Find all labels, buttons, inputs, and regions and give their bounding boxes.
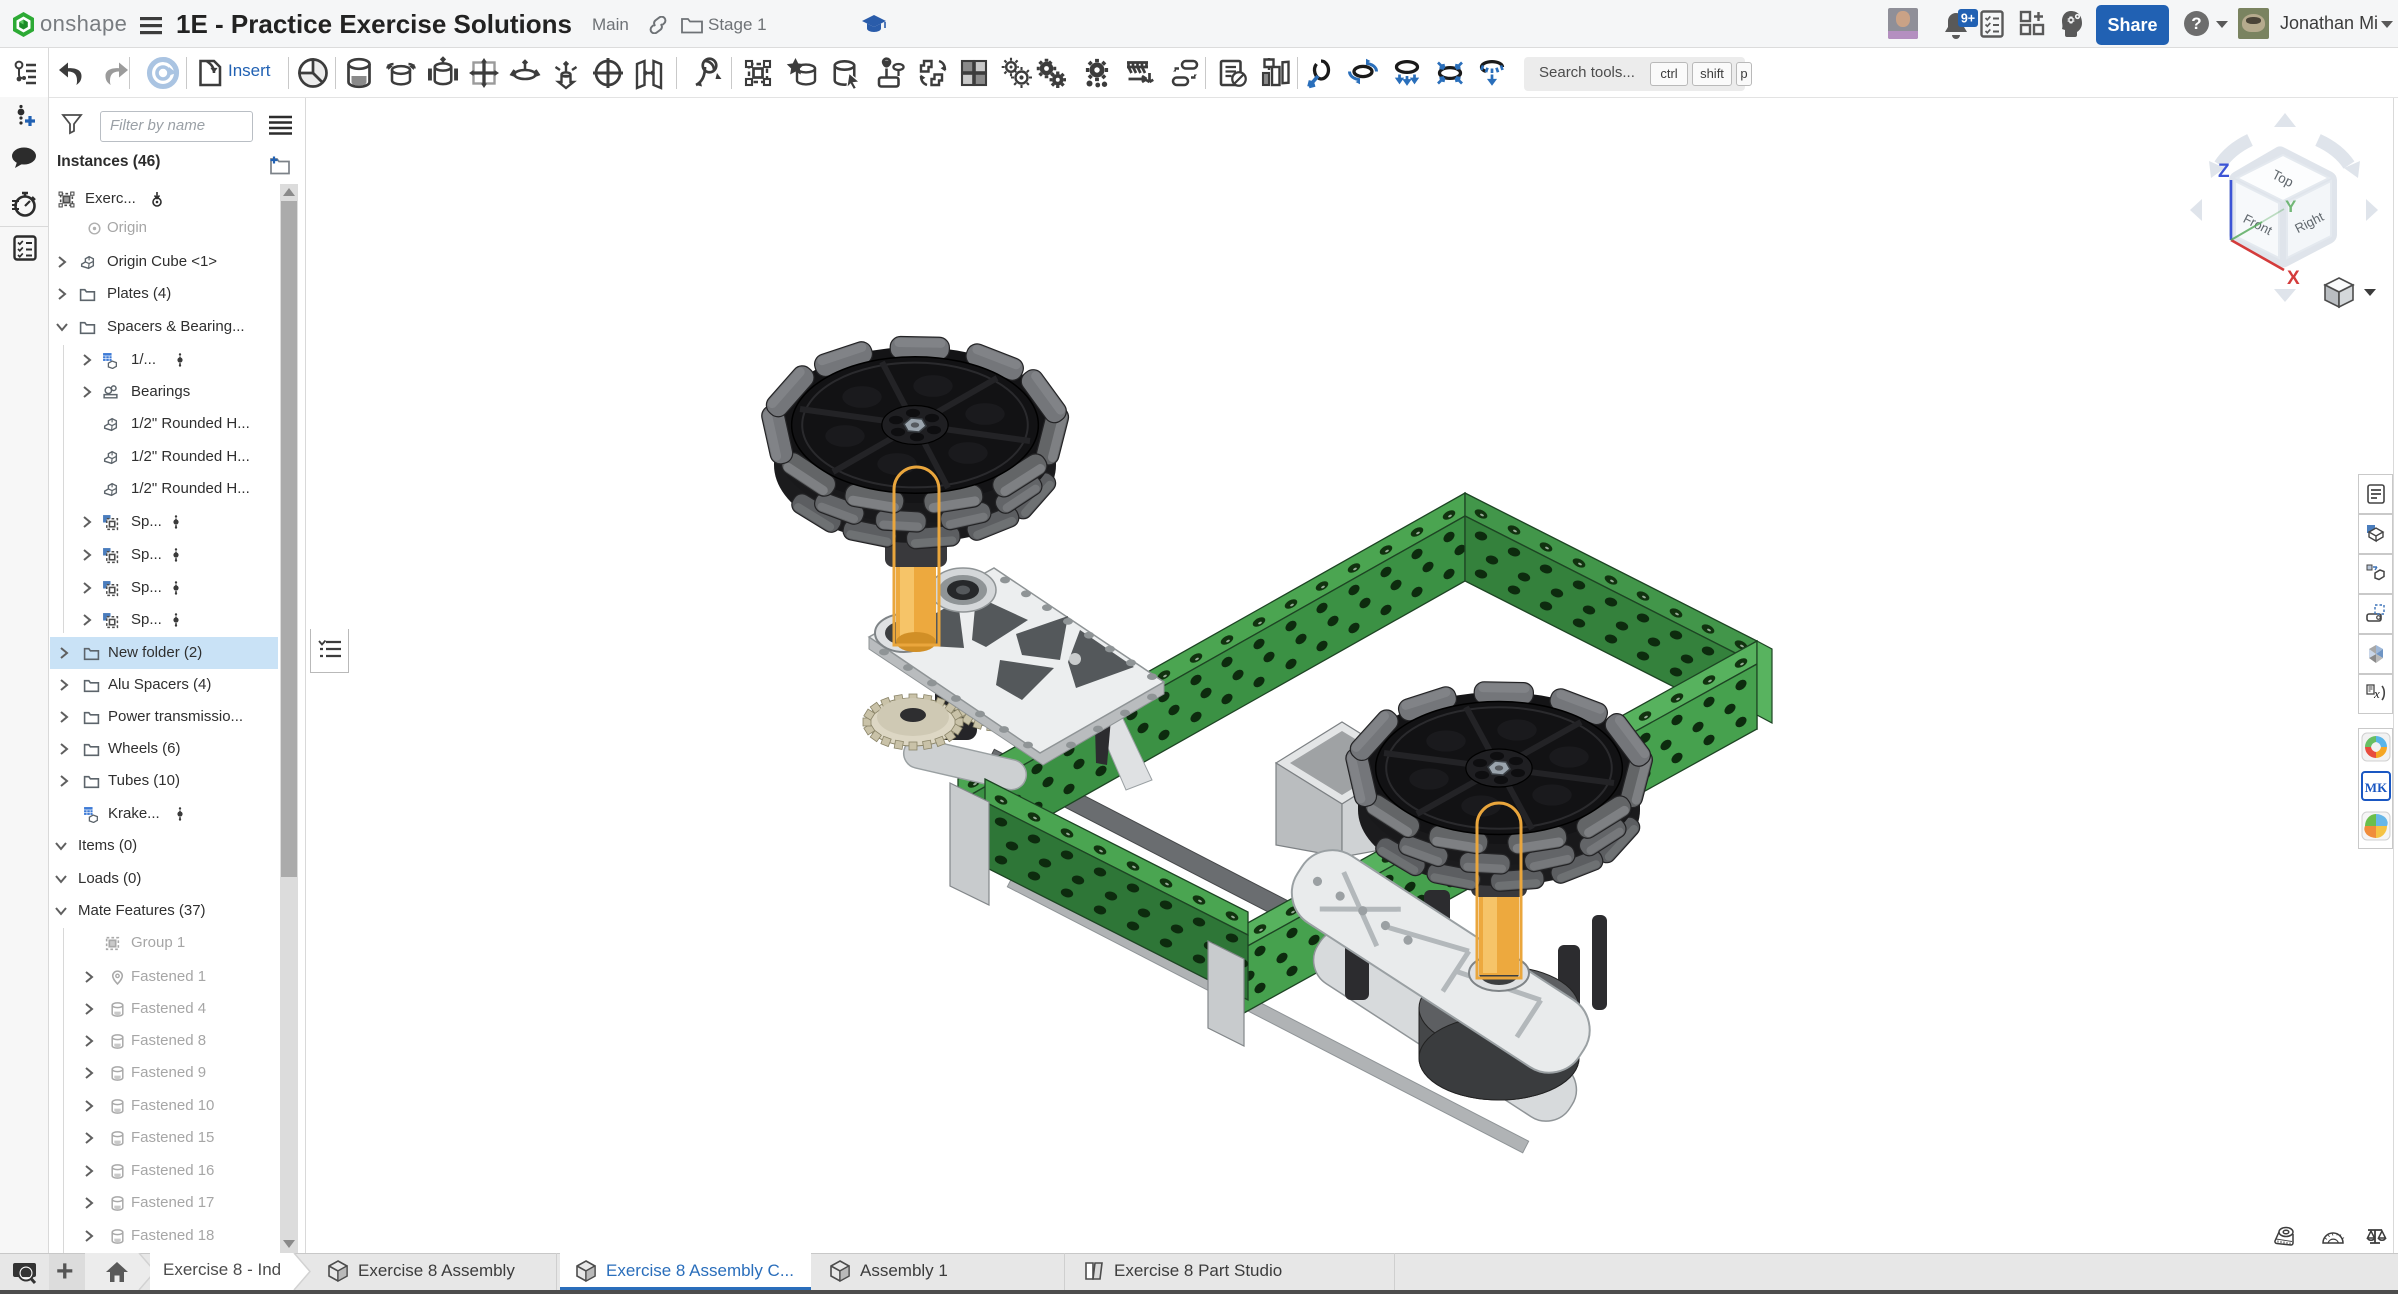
svg-text:X: X bbox=[2287, 268, 2300, 289]
svg-text:Y: Y bbox=[2285, 197, 2297, 216]
svg-text:9+: 9+ bbox=[1961, 12, 1975, 26]
svg-text:x: x bbox=[2373, 686, 2380, 701]
svg-text:MK: MK bbox=[2365, 780, 2388, 795]
svg-text:Z: Z bbox=[2218, 161, 2230, 182]
